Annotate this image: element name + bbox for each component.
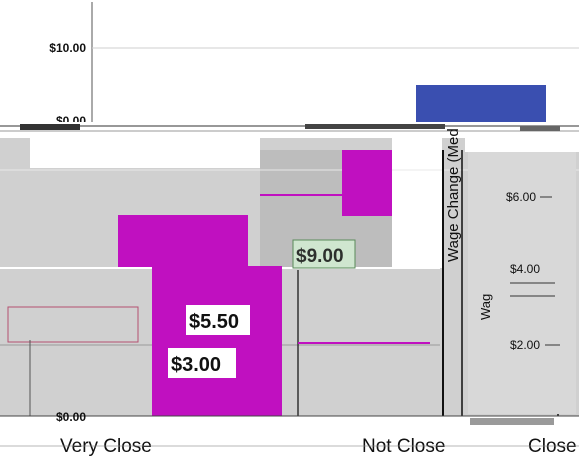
top-bar-blue [416,85,546,125]
bar-very-close [152,266,282,416]
right-ytick-6: $6.00 [506,190,536,204]
glitch-band [0,122,579,138]
bar-very-close-top-fragment [118,215,248,267]
right-ylabel: Wage Change (Med [445,128,462,262]
data-label-900: $9.00 [296,246,344,267]
glitch-block-right [520,126,560,131]
data-label-300: $3.00 [171,354,221,376]
glitch-block-left [20,124,80,130]
panel-white-block-right [392,138,442,268]
glitch-strip [0,122,579,138]
chart-svg: $10.00 $0.00 $5.50 $3.00 $9.00 $6.00 $4.… [0,2,579,458]
mid-ytick-0: $0.00 [56,410,86,424]
bar-top-fragment-right [342,150,392,216]
panel-white-block-left [30,138,260,168]
x-axis-area: $0.00 Very Close Not Close Close [0,410,579,458]
chart-collage: $10.00 $0.00 $5.50 $3.00 $9.00 $6.00 $4.… [0,0,579,458]
top-ytick-10: $10.00 [49,41,86,55]
data-label-550: $5.50 [189,311,239,333]
panel-white-strip [465,138,579,152]
right-ytick-4: $4.00 [510,262,540,276]
glitch-block-mid [305,124,445,129]
top-chart: $10.00 $0.00 [49,2,579,128]
right-ylabel-frag: Wag [478,294,493,320]
right-ytick-2: $2.00 [510,338,540,352]
